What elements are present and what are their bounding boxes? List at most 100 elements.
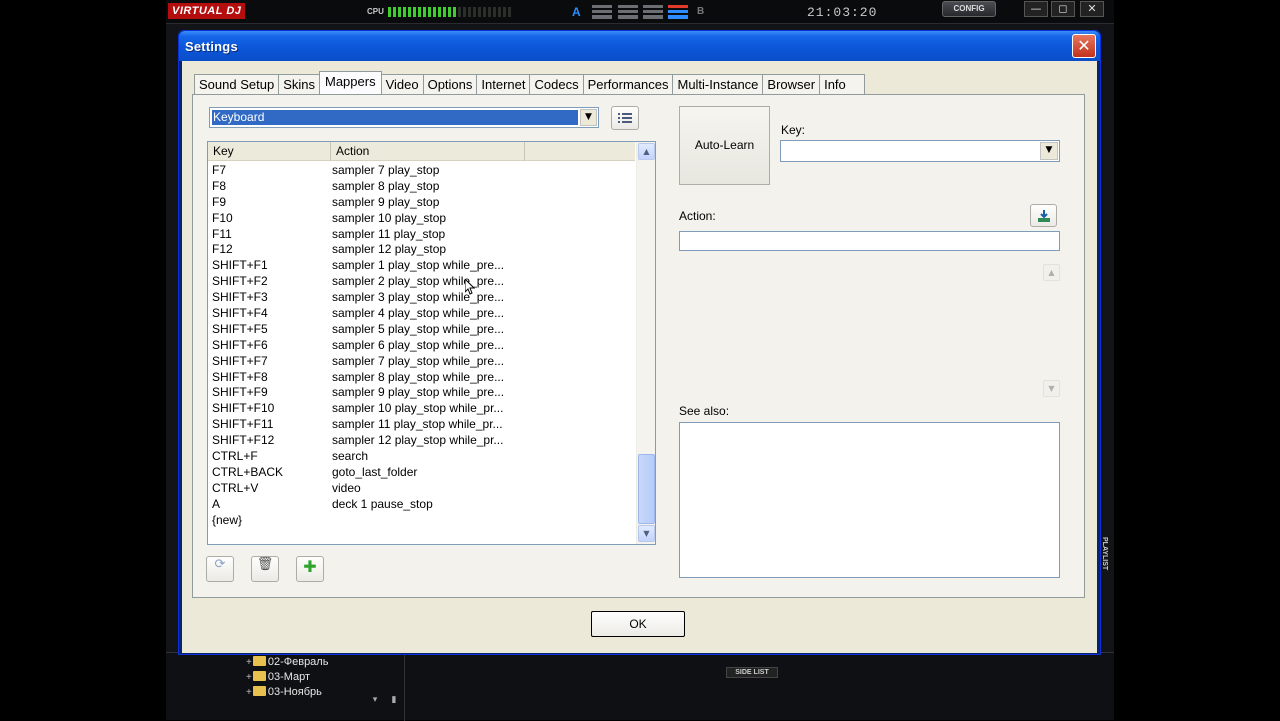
list-options-button[interactable]: ⟳ (206, 556, 234, 582)
browser-divider (404, 653, 405, 721)
scroll-down-icon[interactable]: ▼ (638, 525, 655, 542)
table-row[interactable]: F7 sampler 7 play_stop (208, 163, 635, 179)
tab-options[interactable]: Options (422, 74, 478, 94)
table-row[interactable]: SHIFT+F5 sampler 5 play_stop while_pre... (208, 322, 635, 338)
mapping-action-cell: sampler 7 play_stop (332, 163, 440, 177)
scroll-thumb[interactable] (638, 454, 655, 524)
mapper-select[interactable]: Keyboard ▼ (209, 107, 599, 128)
close-button[interactable]: ✕ (1072, 34, 1096, 58)
ok-button[interactable]: OK (591, 611, 685, 637)
tab-mappers[interactable]: Mappers (318, 71, 382, 94)
folder-item[interactable]: +03-Ноябрь (246, 685, 322, 700)
table-row[interactable]: SHIFT+F10 sampler 10 play_stop while_pr..… (208, 401, 635, 417)
minimize-button[interactable]: — (1024, 1, 1048, 17)
maximize-button[interactable]: ◻ (1051, 1, 1075, 17)
table-row[interactable]: SHIFT+F6 sampler 6 play_stop while_pre... (208, 338, 635, 354)
mapping-action-cell: sampler 9 play_stop (332, 194, 440, 209)
mapping-key-cell: SHIFT+F9 (212, 385, 268, 400)
layout-icon[interactable] (668, 5, 688, 19)
mapper-select-value: Keyboard (212, 110, 578, 125)
chevron-down-icon[interactable]: ▼ (1040, 142, 1058, 160)
table-row[interactable]: F9 sampler 9 play_stop (208, 195, 635, 211)
layout-icon[interactable] (618, 5, 638, 19)
tab-video[interactable]: Video (380, 74, 424, 94)
list-scrollbar[interactable]: ▲ ▼ (636, 142, 655, 544)
tab-skins[interactable]: Skins (278, 74, 320, 94)
scroll-down-icon[interactable]: ▼ (1043, 380, 1060, 397)
mapping-key-cell: SHIFT+F11 (212, 417, 274, 432)
table-row[interactable]: Adeck 1 pause_stop (208, 497, 635, 513)
expand-icon[interactable]: + (246, 657, 252, 668)
table-row[interactable]: F10 sampler 10 play_stop (208, 211, 635, 227)
column-header-action[interactable]: Action (331, 142, 525, 161)
lock-icon[interactable]: ▮ (388, 695, 400, 707)
folder-item[interactable]: +03-Март (246, 670, 310, 685)
layout-icon[interactable] (592, 5, 612, 19)
expand-icon[interactable]: + (246, 687, 252, 698)
table-row[interactable]: CTRL+V video (208, 481, 635, 497)
table-row[interactable]: SHIFT+F2 sampler 2 play_stop while_pre... (208, 274, 635, 290)
table-row[interactable]: SHIFT+F4 sampler 4 play_stop while_pre... (208, 306, 635, 322)
mapping-action-cell: sampler 6 play_stop while_pre... (332, 337, 505, 352)
mapping-list[interactable]: Key Action F7 sampler 7 play_stop F8 sample… (207, 141, 656, 545)
mapping-key-cell: F9 (212, 194, 227, 209)
folder-item[interactable]: +02-Февраль (246, 655, 328, 670)
mapping-key-cell: CTRL+V (212, 480, 259, 495)
list-icon (618, 113, 632, 123)
mapper-options-button[interactable] (611, 106, 639, 130)
side-list-button[interactable]: SIDE LIST (726, 667, 778, 678)
table-row[interactable]: {new} (208, 513, 635, 529)
mapping-action-cell: sampler 2 play_stop while_pre... (332, 274, 505, 289)
column-header-key[interactable]: Key (208, 142, 331, 161)
dialog-titlebar[interactable]: Settings ✕ (179, 31, 1100, 61)
table-row[interactable]: SHIFT+F11 sampler 11 play_stop while_pr..… (208, 417, 635, 433)
tab-sound-setup[interactable]: Sound Setup (194, 74, 280, 94)
mapping-key-cell: SHIFT+F2 (212, 274, 268, 289)
add-mapping-button[interactable]: ✚ (296, 556, 324, 582)
layout-icon[interactable] (643, 5, 663, 19)
mapping-key-cell: SHIFT+F8 (212, 369, 268, 384)
see-also-box[interactable] (679, 422, 1060, 578)
auto-learn-button[interactable]: Auto-Learn (679, 106, 770, 185)
scroll-up-icon[interactable]: ▲ (1043, 264, 1060, 281)
key-label: Key: (781, 123, 806, 137)
table-row[interactable]: F11 sampler 11 play_stop (208, 227, 635, 243)
expand-icon[interactable]: + (246, 672, 252, 683)
mapping-action-cell: sampler 5 play_stop while_pre... (332, 321, 505, 336)
chevron-down-icon[interactable]: ▾ (369, 695, 381, 707)
table-row[interactable]: SHIFT+F9 sampler 9 play_stop while_pre... (208, 385, 635, 401)
action-picker-button[interactable] (1030, 204, 1057, 227)
config-button[interactable]: CONFIG (942, 1, 996, 17)
playlist-label[interactable]: PLAYLIST (1101, 537, 1108, 570)
tab-info[interactable]: Info (819, 74, 866, 94)
delete-mapping-button[interactable]: 🗑 (251, 556, 279, 582)
table-row[interactable]: F8 sampler 8 play_stop (208, 179, 635, 195)
tab-codecs[interactable]: Codecs (529, 74, 584, 94)
table-row[interactable]: CTRL+F search (208, 449, 635, 465)
mapping-key-cell: A (212, 496, 221, 511)
table-row[interactable]: SHIFT+F8 sampler 8 play_stop while_pre... (208, 370, 635, 386)
table-row[interactable]: SHIFT+F3 sampler 3 play_stop while_pre... (208, 290, 635, 306)
chevron-down-icon[interactable]: ▼ (580, 109, 597, 126)
deck-b-indicator[interactable]: B (697, 6, 704, 17)
tab-performances[interactable]: Performances (582, 74, 674, 94)
action-input[interactable] (679, 231, 1060, 251)
scroll-up-icon[interactable]: ▲ (638, 143, 655, 160)
refresh-icon: ⟳ (214, 557, 226, 572)
key-select[interactable]: ▼ (780, 140, 1060, 162)
table-row[interactable]: F12 sampler 12 play_stop (208, 242, 635, 258)
table-row[interactable]: SHIFT+F7 sampler 7 play_stop while_pre... (208, 354, 635, 370)
action-scrollbar[interactable]: ▲ ▼ (1042, 264, 1060, 398)
deck-a-indicator[interactable]: A (572, 5, 581, 19)
mapping-key-cell: SHIFT+F5 (212, 321, 268, 336)
folder-label: 03-Ноябрь (267, 686, 322, 698)
mapping-action-cell: sampler 4 play_stop while_pre... (332, 306, 505, 321)
app-close-button[interactable]: ✕ (1080, 1, 1104, 17)
tab-internet[interactable]: Internet (476, 74, 531, 94)
table-row[interactable]: SHIFT+F12 sampler 12 play_stop while_pr..… (208, 433, 635, 449)
mapping-key-cell: F8 (212, 178, 227, 193)
tab-browser[interactable]: Browser (762, 74, 821, 94)
table-row[interactable]: SHIFT+F1 sampler 1 play_stop while_pre... (208, 258, 635, 274)
tab-multi-instance[interactable]: Multi-Instance (672, 74, 764, 94)
table-row[interactable]: CTRL+BACK goto_last_folder (208, 465, 635, 481)
